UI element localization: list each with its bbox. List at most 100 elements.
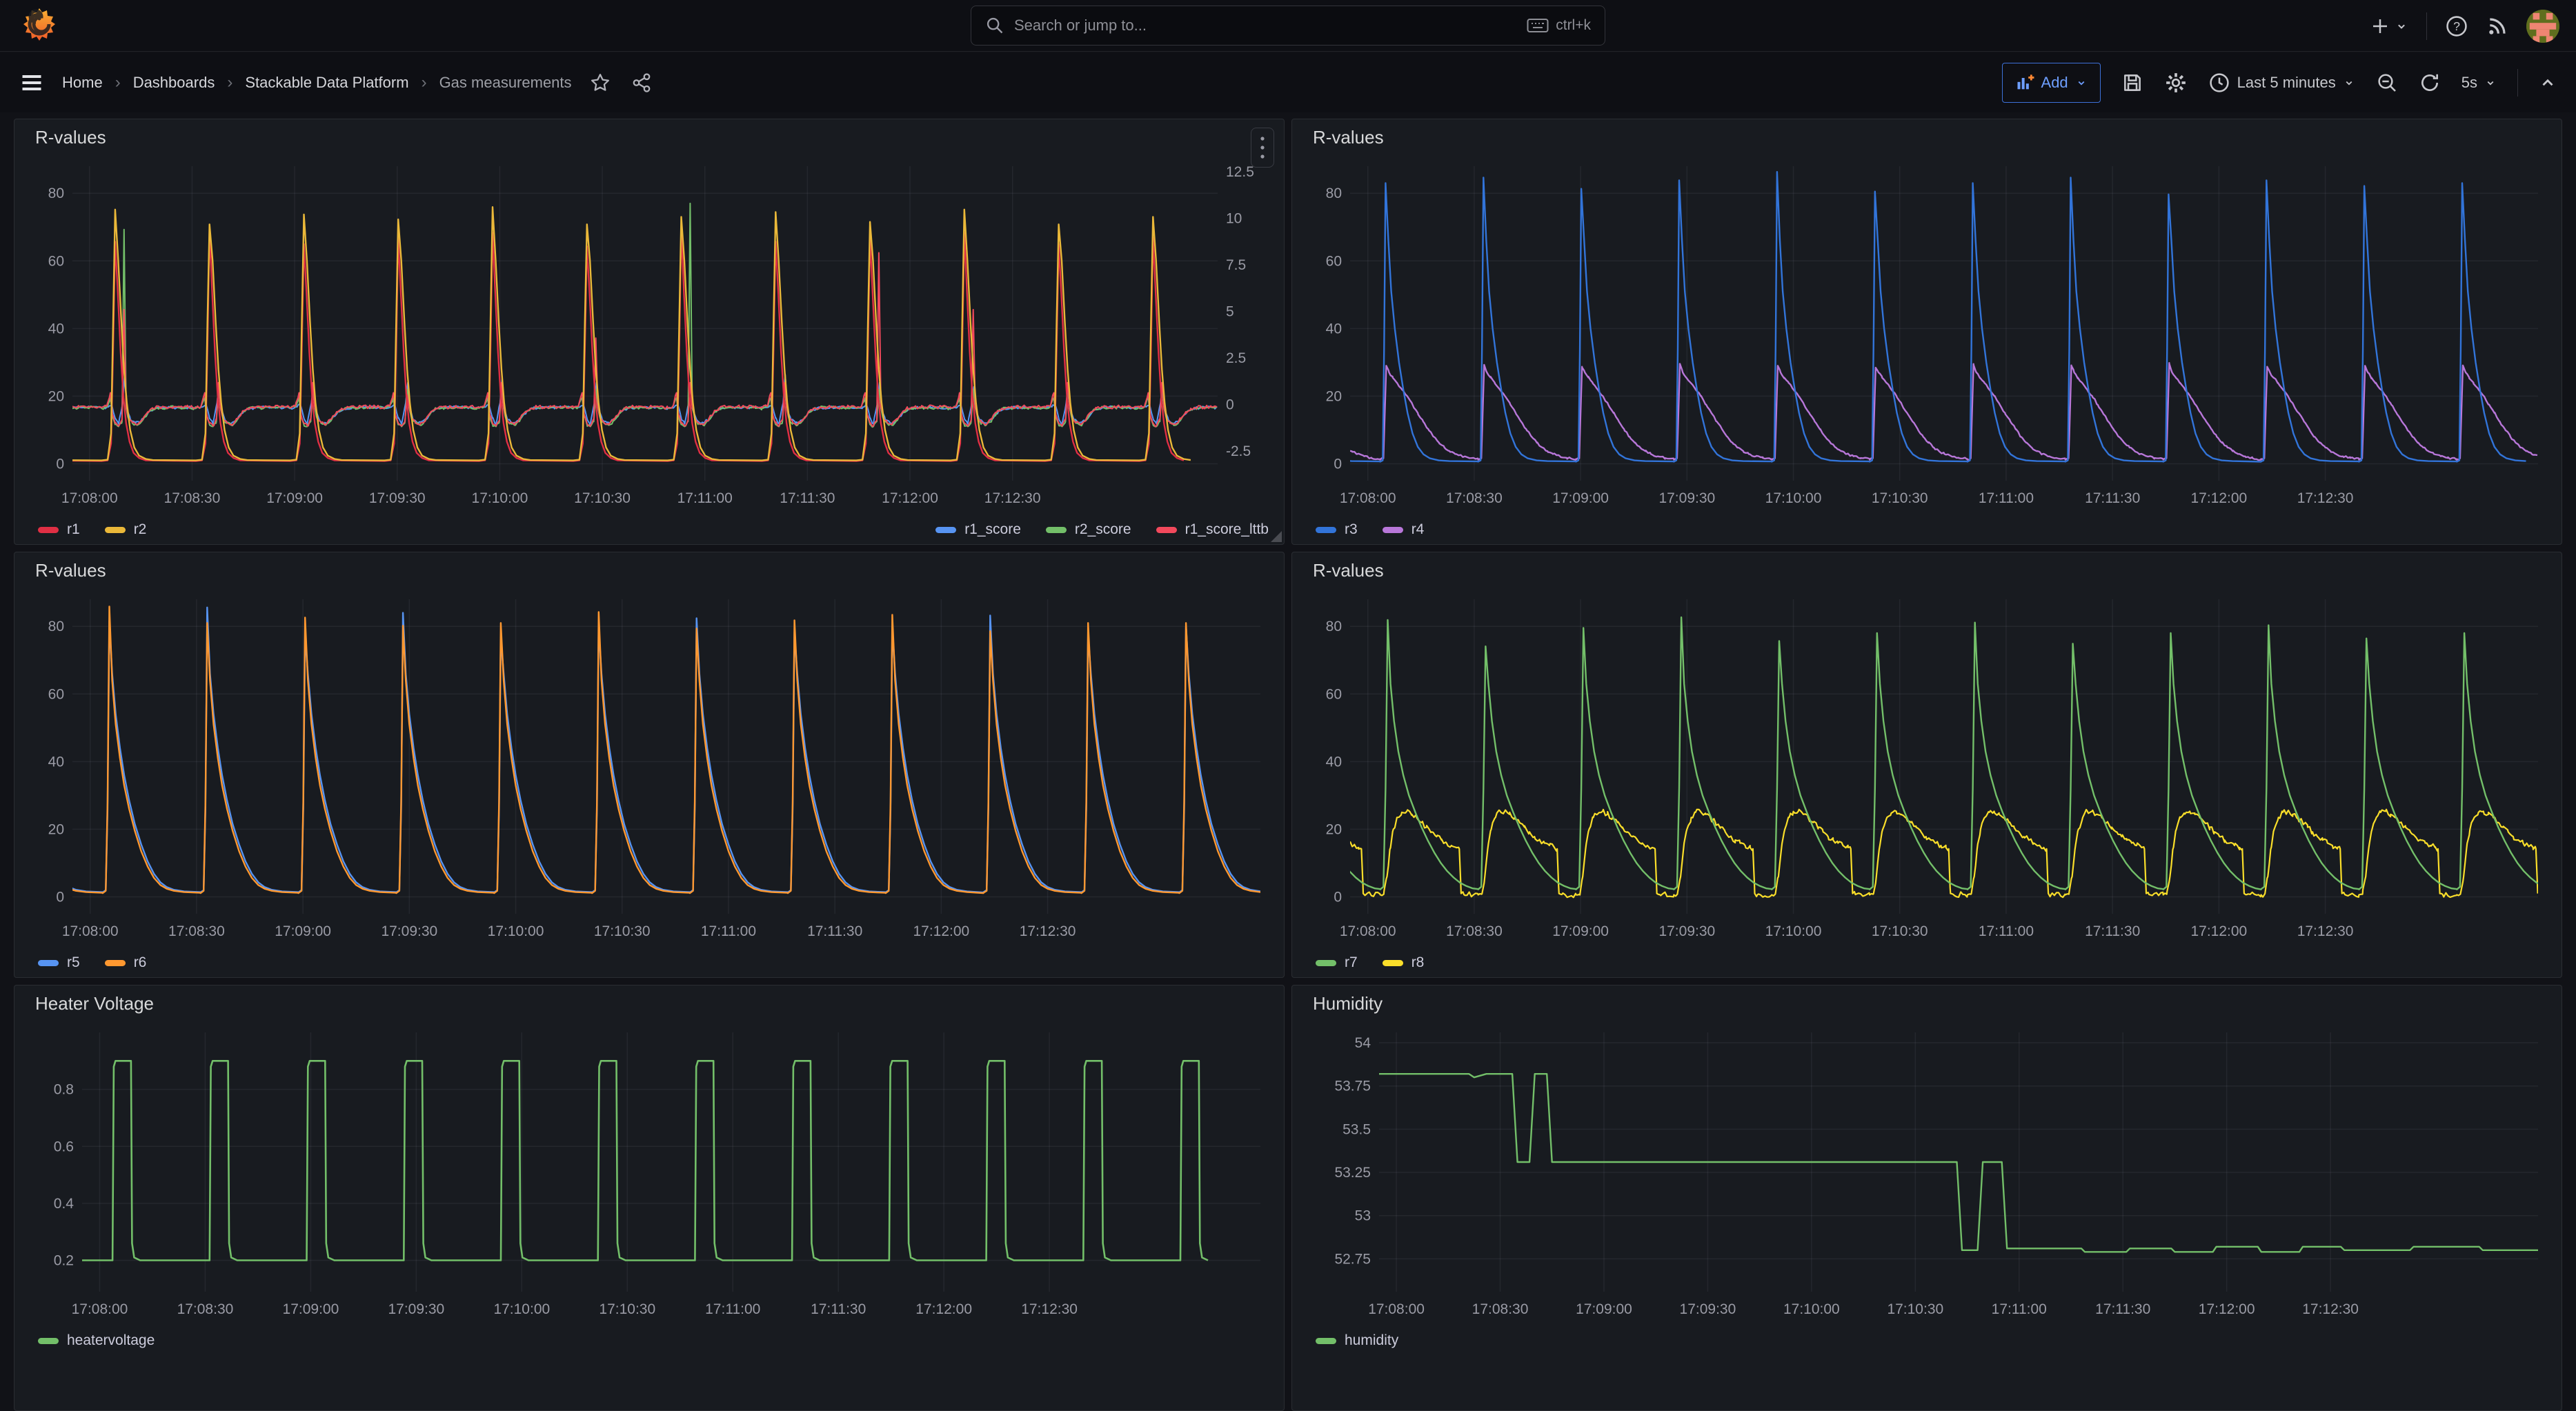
user-avatar[interactable] [2526, 10, 2559, 43]
chart-legend: humidity [1292, 1325, 2562, 1357]
panel-title[interactable]: Humidity [1313, 993, 1383, 1014]
x-axis-label: 17:11:00 [1979, 490, 2034, 506]
breadcrumb-current: Gas measurements [439, 74, 572, 92]
breadcrumb-home[interactable]: Home [62, 74, 103, 92]
x-axis-label: 17:12:00 [915, 1301, 972, 1317]
legend-swatch [38, 1338, 59, 1344]
timeseries-chart[interactable]: 17:08:0017:08:3017:09:0017:09:3017:10:00… [1299, 155, 2555, 514]
shortcut-label: ctrl+k [1556, 17, 1591, 34]
legend-item-r5[interactable]: r5 [38, 954, 80, 971]
y-axis-label: 20 [48, 821, 64, 837]
legend-item-r8[interactable]: r8 [1383, 954, 1425, 971]
timeseries-chart[interactable]: 17:08:0017:08:3017:09:0017:09:3017:10:00… [21, 1021, 1277, 1325]
new-menu-button[interactable] [2370, 16, 2408, 37]
search-bar[interactable]: ctrl+k [971, 6, 1605, 46]
legend-group-left: r1 r2 [38, 521, 146, 538]
legend-item-r1[interactable]: r1 [38, 521, 80, 538]
panel-resize-handle[interactable] [1271, 531, 1282, 542]
timeseries-chart[interactable]: 17:08:0017:08:3017:09:0017:09:3017:10:00… [1299, 1021, 2555, 1325]
panel-title[interactable]: R-values [35, 127, 106, 148]
timeseries-chart[interactable]: 17:08:0017:08:3017:09:0017:09:3017:10:00… [21, 155, 1277, 514]
refresh-button[interactable] [2419, 72, 2441, 94]
series-r7 [1299, 617, 2543, 890]
breadcrumb-folder[interactable]: Stackable Data Platform [245, 74, 408, 92]
search-shortcut: ctrl+k [1527, 17, 1591, 34]
x-axis-label: 17:08:30 [1446, 490, 1503, 506]
x-axis-label: 17:08:30 [177, 1301, 234, 1317]
panel-title[interactable]: Heater Voltage [35, 993, 154, 1014]
x-axis-label: 17:12:30 [1020, 923, 1076, 939]
chart-svg: 17:08:0017:08:3017:09:0017:09:3017:10:00… [21, 155, 1277, 514]
legend-item-r2_score[interactable]: r2_score [1046, 521, 1131, 538]
search-input[interactable] [1014, 17, 1517, 34]
panel-title[interactable]: R-values [1313, 560, 1384, 581]
legend-item-r1_score_lttb[interactable]: r1_score_lttb [1156, 521, 1269, 538]
series-r1_score_lttb [72, 253, 1217, 427]
legend-swatch [1316, 960, 1336, 966]
x-axis-label: 17:09:30 [1680, 1301, 1736, 1317]
plus-icon [2370, 16, 2390, 37]
dashboard-settings-button[interactable] [2164, 71, 2188, 94]
y-axis-label: 80 [48, 186, 64, 201]
legend-swatch [1046, 527, 1067, 533]
topnav-divider [2426, 12, 2427, 40]
y-axis-label: 60 [1326, 253, 1342, 269]
y-axis-label: 52.75 [1334, 1251, 1371, 1267]
x-axis-label: 17:08:00 [1340, 490, 1396, 506]
legend-item-r2[interactable]: r2 [105, 521, 147, 538]
x-axis-label: 17:12:00 [882, 490, 938, 506]
panel-r-values-1: R-values 17:08:0017:08:3017:09:0017:09:3… [14, 119, 1285, 545]
x-axis-label: 17:12:30 [2302, 1301, 2359, 1317]
x-axis-label: 17:10:30 [599, 1301, 655, 1317]
zoom-out-button[interactable] [2376, 72, 2398, 94]
save-dashboard-button[interactable] [2121, 72, 2143, 94]
collapse-toolbar-button[interactable] [2539, 74, 2557, 92]
chart-svg: 17:08:0017:08:3017:09:0017:09:3017:10:00… [1299, 1021, 2555, 1325]
y-axis-label: 60 [1326, 686, 1342, 702]
x-axis-label: 17:08:00 [72, 1301, 128, 1317]
legend-label: r2_score [1075, 521, 1131, 538]
legend-item-r6[interactable]: r6 [105, 954, 147, 971]
panel-header: Humidity [1292, 985, 2562, 1021]
news-button[interactable] [2486, 15, 2508, 37]
x-axis-label: 17:08:00 [1340, 923, 1396, 939]
help-button[interactable]: ? [2445, 14, 2468, 38]
x-axis-label: 17:09:30 [1658, 490, 1715, 506]
legend-item-r7[interactable]: r7 [1316, 954, 1358, 971]
legend-item-heatervoltage[interactable]: heatervoltage [38, 1332, 155, 1349]
legend-item-r4[interactable]: r4 [1383, 521, 1425, 538]
legend-item-r1_score[interactable]: r1_score [935, 521, 1021, 538]
panel-title[interactable]: R-values [1313, 127, 1384, 148]
panel-title[interactable]: R-values [35, 560, 106, 581]
menu-toggle-icon[interactable] [19, 70, 44, 95]
legend-swatch [1383, 527, 1403, 533]
x-axis-label: 17:08:30 [1446, 923, 1503, 939]
timeseries-chart[interactable]: 17:08:0017:08:3017:09:0017:09:3017:10:00… [21, 588, 1277, 947]
breadcrumb-dashboards[interactable]: Dashboards [133, 74, 215, 92]
panel-r-values-3: R-values 17:08:0017:08:3017:09:0017:09:3… [14, 552, 1285, 978]
y-axis-label: 60 [48, 686, 64, 702]
panel-r-values-4: R-values 17:08:0017:08:3017:09:0017:09:3… [1291, 552, 2562, 978]
y-axis-label: 0 [56, 456, 64, 472]
time-range-picker[interactable]: Last 5 minutes [2208, 72, 2355, 94]
chart-legend: r7 r8 [1292, 947, 2562, 978]
chart-legend: r5 r6 [14, 947, 1284, 978]
add-button[interactable]: Add [2002, 63, 2101, 103]
grafana-logo[interactable] [21, 6, 58, 45]
share-icon[interactable] [631, 72, 652, 93]
legend-item-r3[interactable]: r3 [1316, 521, 1358, 538]
refresh-interval-picker[interactable]: 5s [2461, 74, 2497, 92]
x-axis-label: 17:11:30 [2095, 1301, 2150, 1317]
legend-swatch [38, 527, 59, 533]
timeseries-chart[interactable]: 17:08:0017:08:3017:09:0017:09:3017:10:00… [1299, 588, 2555, 947]
x-axis-label: 17:12:30 [984, 490, 1041, 506]
legend-label: r4 [1411, 521, 1425, 538]
x-axis-label: 17:11:30 [2085, 923, 2140, 939]
legend-label: r7 [1345, 954, 1358, 971]
legend-item-humidity[interactable]: humidity [1316, 1332, 1398, 1349]
help-icon: ? [2445, 14, 2468, 38]
x-axis-label: 17:10:00 [488, 923, 544, 939]
chart-svg: 17:08:0017:08:3017:09:0017:09:3017:10:00… [21, 1021, 1277, 1325]
y-axis-right-label: -2.5 [1226, 443, 1251, 459]
favorite-star-icon[interactable] [590, 72, 611, 93]
